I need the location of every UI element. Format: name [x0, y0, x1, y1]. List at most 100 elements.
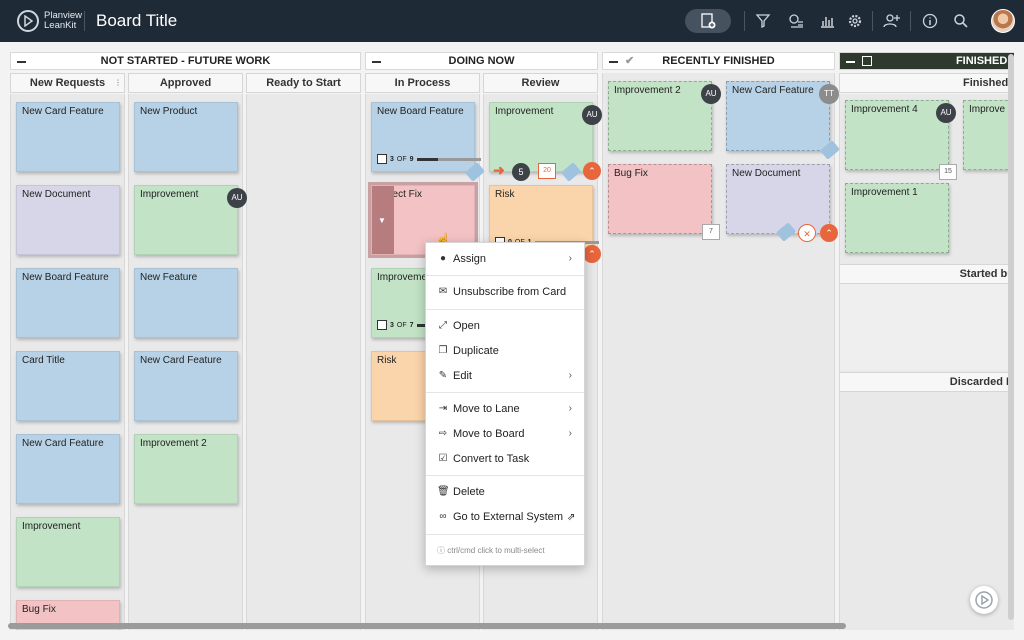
collapse-icon[interactable] — [17, 61, 26, 63]
info-icon[interactable] — [920, 11, 940, 31]
collapse-icon[interactable] — [609, 61, 618, 63]
col-header-in-process[interactable]: In Process — [365, 73, 480, 93]
card[interactable]: Card Title — [16, 351, 120, 421]
menu-item-open[interactable]: ⤢ Open — [426, 315, 584, 337]
menu-item-move-to-board[interactable]: ⇨ Move to Board › — [426, 423, 584, 445]
lane-header-finished[interactable]: FINISHED - — [839, 52, 1014, 70]
lane-header-recently-finished[interactable]: ✔ RECENTLY FINISHED — [602, 52, 835, 70]
brand-name: Planview LeanKit — [44, 11, 82, 31]
progress-of: OF — [396, 321, 407, 329]
section-started[interactable]: Started bu — [839, 264, 1014, 284]
progress-of: OF — [396, 155, 407, 163]
board-title[interactable]: Board Title — [96, 11, 177, 31]
card[interactable]: New Card Feature — [134, 351, 238, 421]
menu-label: Assign — [453, 253, 487, 265]
expand-up-icon[interactable]: ⌃ — [820, 224, 838, 242]
card[interactable]: New Card Feature — [16, 102, 120, 172]
copy-icon: ❐ — [438, 345, 448, 356]
card[interactable]: Improvement 2 AU — [608, 81, 721, 151]
checkbox-icon: ☑ — [438, 453, 448, 464]
progress-total: 9 — [409, 155, 414, 163]
archive-icon[interactable] — [862, 56, 872, 66]
comment-count-badge[interactable]: 5 — [512, 163, 530, 181]
col-header-new-requests[interactable]: New Requests ⫶ — [10, 73, 125, 93]
col-header-ready-to-start[interactable]: Ready to Start — [246, 73, 361, 93]
card[interactable]: Improvement 2 — [134, 434, 238, 504]
menu-label: Duplicate — [453, 345, 499, 357]
assignee-avatar[interactable]: AU — [701, 84, 721, 104]
external-link-icon: ⇗ — [567, 512, 576, 523]
new-card-button[interactable] — [685, 9, 731, 33]
menu-label: Go to External System — [453, 511, 564, 523]
card[interactable]: New Document — [726, 164, 830, 234]
due-date-icon[interactable]: 15 — [939, 164, 957, 180]
filter-icon[interactable] — [753, 11, 773, 31]
caret-down-icon[interactable]: ▼ — [378, 216, 386, 225]
progress-total: 7 — [409, 321, 414, 329]
menu-item-external-system[interactable]: ∞ Go to External System ⇗ — [426, 506, 584, 528]
vertical-scrollbar[interactable] — [1008, 54, 1014, 620]
expand-up-icon[interactable]: ⌃ — [583, 162, 601, 180]
menu-item-edit[interactable]: ✎ Edit › — [426, 365, 584, 387]
card[interactable]: Improvement 1 — [845, 183, 949, 253]
settings-gear-icon[interactable] — [845, 11, 865, 31]
due-date-icon[interactable]: 20 — [538, 163, 556, 179]
card-title: New Card Feature — [140, 355, 222, 366]
collapse-icon[interactable] — [846, 61, 855, 63]
col-header-finished[interactable]: Finished — [839, 73, 1014, 93]
section-discarded[interactable]: Discarded R — [839, 372, 1014, 392]
lane-header-doing-now[interactable]: DOING NOW — [365, 52, 598, 70]
menu-divider — [426, 534, 584, 535]
card[interactable]: New Board Feature — [16, 268, 120, 338]
check-icon: ✔ — [625, 55, 635, 67]
card-title: Risk — [377, 355, 397, 366]
help-play-button[interactable] — [970, 586, 998, 614]
card[interactable]: New Card Feature — [16, 434, 120, 504]
expand-up-icon[interactable]: ⌃ — [583, 245, 601, 263]
divider — [84, 11, 85, 31]
expand-icon: ⤢ — [439, 320, 447, 331]
card[interactable]: Improve — [963, 100, 1013, 170]
reports-icon[interactable] — [817, 11, 837, 31]
card[interactable]: Improvement 4 AU — [845, 100, 956, 170]
play-icon — [975, 591, 993, 609]
card[interactable]: Bug Fix — [608, 164, 712, 234]
card[interactable]: Improvement — [16, 517, 120, 587]
col-header-review[interactable]: Review — [483, 73, 598, 93]
col-header-approved[interactable]: Approved — [128, 73, 243, 93]
card-title: Bug Fix — [22, 604, 56, 615]
card-view-icon[interactable] — [786, 11, 806, 31]
menu-item-duplicate[interactable]: ❐ Duplicate — [426, 340, 584, 362]
col-title: New Requests — [29, 77, 106, 89]
card[interactable]: New Card Feature TT — [726, 81, 839, 151]
menu-item-convert-to-task[interactable]: ☑ Convert to Task — [426, 448, 584, 470]
card[interactable]: New Product — [134, 102, 238, 172]
menu-item-delete[interactable]: 🗑 Delete — [426, 481, 584, 503]
leankit-logo-icon[interactable] — [17, 10, 39, 32]
close-circle-icon[interactable]: ✕ — [798, 224, 816, 242]
divider — [744, 11, 745, 31]
menu-item-unsubscribe[interactable]: ✉ Unsubscribe from Card — [426, 281, 584, 303]
lane-header-not-started[interactable]: NOT STARTED - FUTURE WORK — [10, 52, 361, 70]
card-title: New Card Feature — [22, 438, 104, 449]
card[interactable]: New Board Feature 3 OF 9 — [371, 102, 481, 172]
horizontal-scrollbar[interactable] — [8, 623, 846, 629]
link-icon: ∞ — [439, 511, 447, 522]
card[interactable]: New Feature — [134, 268, 238, 338]
user-avatar[interactable] — [991, 9, 1015, 33]
assignee-avatar[interactable]: AU — [582, 105, 602, 125]
assignee-avatar[interactable]: AU — [227, 188, 247, 208]
menu-item-move-to-lane[interactable]: ⇥ Move to Lane › — [426, 398, 584, 420]
assignee-avatar[interactable]: TT — [819, 84, 839, 104]
blocked-arrow-icon[interactable]: ➜ — [493, 162, 505, 179]
add-user-icon[interactable] — [882, 11, 902, 31]
menu-item-assign[interactable]: ● Assign › — [426, 248, 584, 270]
card-drag-handle[interactable]: ▼ — [372, 186, 394, 254]
search-icon[interactable] — [951, 11, 971, 31]
card[interactable]: New Document — [16, 185, 120, 255]
chevron-right-icon: › — [568, 403, 572, 414]
due-date-icon[interactable]: 7 — [702, 224, 720, 240]
collapse-icon[interactable] — [372, 61, 381, 63]
card[interactable]: Improvement AU — [134, 185, 247, 255]
assignee-avatar[interactable]: AU — [936, 103, 956, 123]
